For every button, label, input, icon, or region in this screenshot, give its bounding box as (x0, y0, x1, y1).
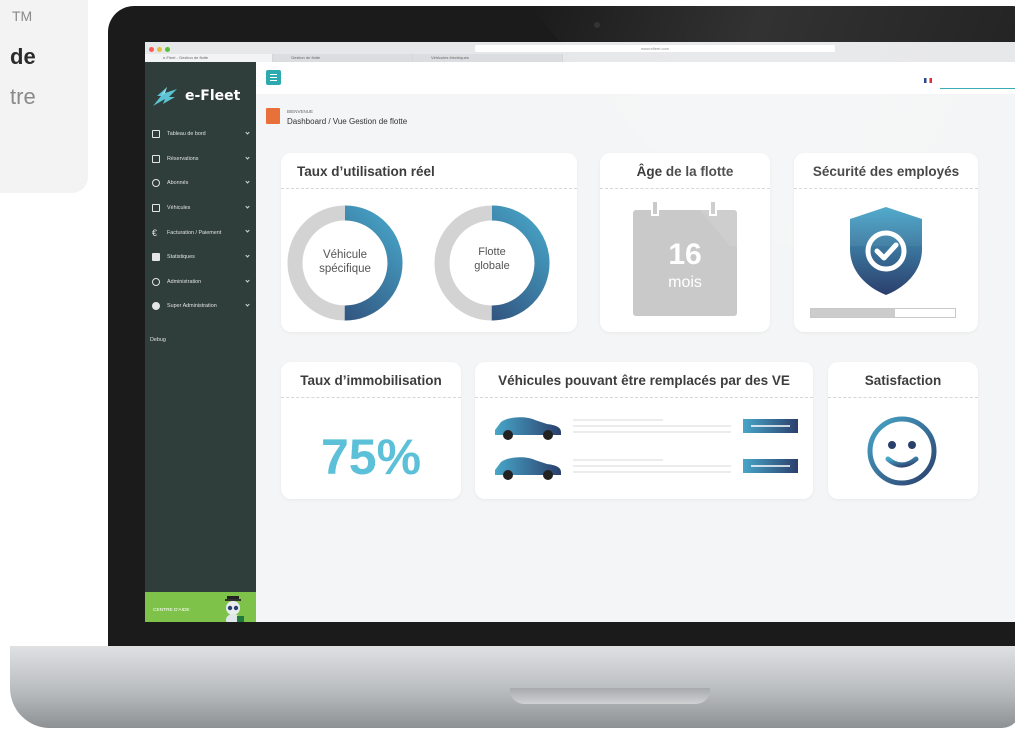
browser-tabs: e-Fleet - Gestion de flotte Gestion de f… (145, 54, 1015, 62)
french-flag-icon[interactable] (924, 78, 932, 83)
sidebar-item-reservations[interactable]: Réservations (145, 147, 256, 172)
dashboard-icon (266, 108, 280, 124)
minimize-dot-icon[interactable] (157, 47, 162, 52)
sidebar-item-vehicules[interactable]: Véhicules (145, 196, 256, 221)
users-icon (152, 179, 160, 188)
fleet-age-unit: mois (668, 274, 702, 291)
sidebar-item-facturation[interactable]: € Facturation / Paiement (145, 220, 256, 245)
car-icon (495, 417, 561, 440)
side-text-line-1: TM (12, 8, 33, 24)
immobilisation-card: Taux d’immobilisation 75% (281, 362, 461, 499)
calendar-icon: 16 mois (633, 200, 737, 316)
donut-label-line: Flotte (478, 246, 506, 258)
donut-label-line: globale (474, 260, 510, 272)
settings-icon (152, 277, 160, 286)
card-title: Taux d’utilisation réel (281, 153, 577, 189)
safety-progress-bar (810, 308, 956, 318)
sidebar-nav: Tableau de bord Réservations Abonnés Véh… (145, 122, 256, 319)
chevron-down-icon (245, 228, 250, 233)
sidebar-item-debug[interactable]: Debug (150, 337, 166, 343)
chevron-down-icon (245, 204, 250, 209)
browser-tab[interactable]: e-Fleet - Gestion de flotte (145, 54, 273, 62)
menu-toggle-button[interactable] (266, 70, 281, 85)
maximize-dot-icon[interactable] (165, 47, 170, 52)
sidebar-item-label: Super Administration (167, 303, 217, 310)
safety-progress-fill (811, 309, 895, 317)
help-center-label: CENTRE D'AIDE (153, 608, 190, 613)
shield-check-icon (850, 207, 922, 295)
car-icon (152, 204, 160, 213)
chevron-down-icon (245, 253, 250, 258)
sidebar-item-statistiques[interactable]: Statistiques (145, 245, 256, 270)
smiley-icon (867, 416, 937, 486)
language-select[interactable] (940, 88, 1015, 89)
card-title: Véhicules pouvant être remplacés par des… (475, 362, 813, 398)
browser-chrome: www.efleet.com e-Fleet - Gestion de flot… (145, 42, 1015, 62)
card-title: Sécurité des employés (794, 153, 978, 189)
card-title: Âge de la flotte (600, 153, 770, 189)
sidebar-item-label: Véhicules (167, 205, 191, 212)
window-controls (149, 47, 170, 52)
sidebar-item-label: Abonnés (167, 180, 189, 187)
chevron-down-icon (245, 154, 250, 160)
top-bar (256, 62, 1015, 94)
laptop-notch (510, 688, 710, 704)
employee-safety-card: Sécurité des employés (794, 153, 978, 332)
immobilisation-value: 75% (320, 429, 422, 485)
help-center-button[interactable]: CENTRE D'AIDE (145, 592, 256, 622)
robot-mascot-icon (225, 596, 244, 622)
chevron-down-icon (245, 277, 250, 283)
side-text-line-3: tre (10, 84, 36, 109)
fleet-donut-label: Flotte globale (448, 245, 536, 273)
sidebar: e-Fleet Tableau de bord Réservations Abo… (145, 62, 256, 622)
welcome-text: BIENVENUE (287, 109, 314, 114)
donut-label-line: Véhicule (322, 249, 368, 261)
side-text-line-2: de (10, 44, 36, 69)
app-logo[interactable]: e-Fleet (151, 84, 240, 108)
eagle-logo-icon (153, 87, 177, 106)
stats-icon (152, 253, 160, 262)
sidebar-item-label: Statistiques (167, 254, 195, 261)
card-title: Taux d’immobilisation (281, 362, 461, 398)
chevron-down-icon (245, 179, 250, 184)
laptop-base (10, 646, 1015, 728)
euro-icon: € (152, 227, 158, 238)
car-icon (495, 457, 561, 480)
sidebar-item-label: Tableau de bord (167, 131, 206, 138)
fleet-age-card: Âge de la flotte 16 mois (600, 153, 770, 332)
sidebar-item-super-administration[interactable]: Super Administration (145, 294, 256, 319)
sidebar-item-tableau-de-bord[interactable]: Tableau de bord (145, 122, 256, 147)
vehicle-donut-label: Véhicule spécifique (301, 248, 389, 276)
fleet-age-value: 16 (668, 238, 702, 271)
breadcrumb: Dashboard / Vue Gestion de flotte (287, 117, 408, 126)
chevron-down-icon (245, 130, 250, 135)
dashboard-icon (152, 130, 160, 139)
ev-replacement-list (495, 417, 798, 480)
laptop-screen: www.efleet.com e-Fleet - Gestion de flot… (145, 42, 1015, 622)
logo-text: e-Fleet (185, 88, 241, 104)
sidebar-item-label: Facturation / Paiement (167, 229, 222, 236)
address-bar[interactable]: www.efleet.com (475, 45, 835, 52)
calendar-icon (152, 154, 160, 163)
donut-label-line: spécifique (319, 263, 371, 275)
chevron-down-icon (245, 302, 250, 307)
utilisation-card: Taux d’utilisation réel Véhicule spécifi… (281, 153, 577, 332)
sidebar-item-abonnes[interactable]: Abonnés (145, 171, 256, 196)
ev-replacement-card: Véhicules pouvant être remplacés par des… (475, 362, 813, 499)
close-dot-icon[interactable] (149, 47, 154, 52)
satisfaction-card: Satisfaction (828, 362, 978, 499)
sidebar-item-administration[interactable]: Administration (145, 270, 256, 295)
gear-icon (152, 302, 160, 311)
camera-icon (594, 22, 600, 28)
sidebar-item-label: Réservations (167, 155, 199, 162)
browser-tab[interactable]: Véhicules électriques (413, 54, 563, 62)
sidebar-item-label: Administration (167, 278, 202, 285)
browser-tab[interactable]: Gestion de flotte (273, 54, 413, 62)
card-title: Satisfaction (828, 362, 978, 398)
